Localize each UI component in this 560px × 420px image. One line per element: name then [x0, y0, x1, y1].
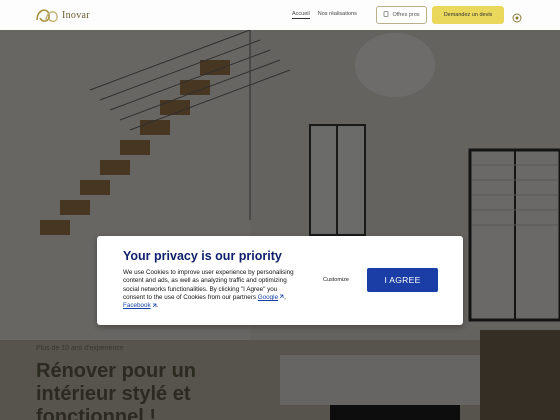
logo[interactable]: Inovar — [34, 5, 90, 25]
privacy-text-end: . — [156, 302, 159, 310]
phone-icon — [383, 11, 389, 19]
quote-button-label: Demandez un devis — [443, 12, 493, 18]
privacy-title: Your privacy is our priority — [123, 249, 282, 263]
google-link[interactable]: Google — [258, 294, 284, 301]
link-separator: , — [284, 293, 286, 301]
privacy-text: We use Cookies to improve user experienc… — [123, 269, 299, 310]
main-nav: Accueil Nos réalisations — [292, 11, 357, 19]
hero-tagline: Plus de 10 ans d'expérience — [36, 345, 124, 352]
agree-button[interactable]: I AGREE — [367, 268, 438, 292]
quote-button[interactable]: Demandez un devis — [432, 6, 504, 24]
hero-title: Rénover pour un intérieur stylé et fonct… — [36, 360, 197, 420]
nav-item-accueil[interactable]: Accueil — [292, 11, 310, 19]
logo-icon — [34, 5, 60, 25]
offers-button[interactable]: Offres pros — [376, 6, 427, 24]
facebook-link-label: Facebook — [123, 302, 151, 310]
site-header: Inovar Accueil Nos réalisations Offres p… — [0, 0, 560, 30]
facebook-link[interactable]: Facebook — [123, 302, 157, 309]
customize-button[interactable]: Customize — [323, 277, 349, 283]
agree-button-label: I AGREE — [384, 275, 421, 285]
nav-item-realisations[interactable]: Nos réalisations — [318, 11, 357, 19]
offers-button-label: Offres pros — [392, 12, 420, 18]
menu-icon[interactable] — [512, 10, 522, 23]
logo-text: Inovar — [62, 9, 90, 21]
privacy-dialog: Your privacy is our priority We use Cook… — [97, 236, 463, 325]
google-link-label: Google — [257, 293, 279, 301]
